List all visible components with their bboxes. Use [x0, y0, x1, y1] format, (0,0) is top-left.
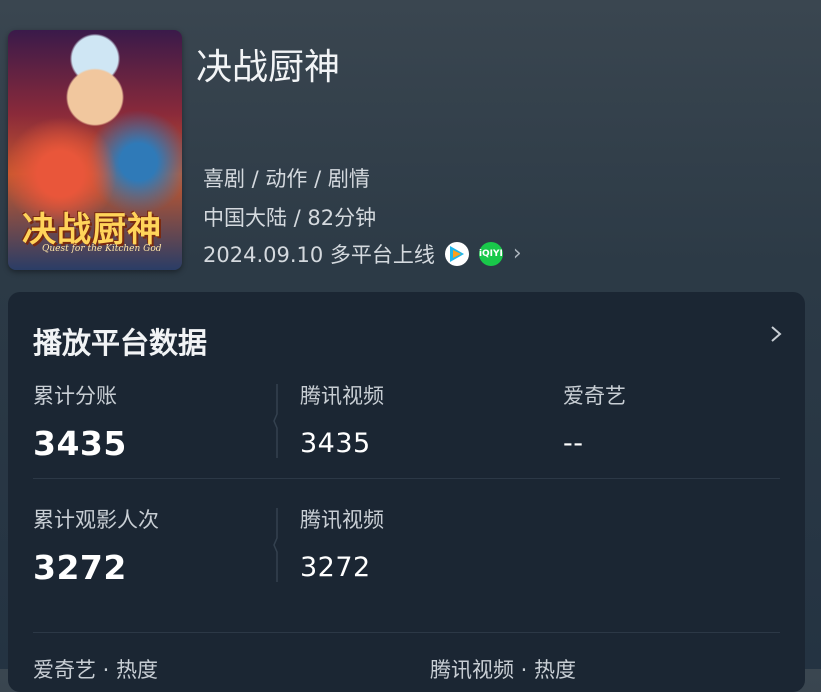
- movie-header: 决战厨神 Quest for the Kitchen God 决战厨神 喜剧 /…: [0, 0, 821, 290]
- release-platforms-link[interactable]: 2024.09.10 多平台上线 iQIYI ›: [203, 239, 522, 269]
- divider: [273, 384, 278, 458]
- tencent-video-icon: [444, 242, 469, 266]
- movie-genres: 喜剧 / 动作 / 剧情: [203, 167, 370, 191]
- poster-subtitle: Quest for the Kitchen God: [42, 244, 162, 254]
- movie-region-duration: 中国大陆 / 82分钟: [203, 206, 377, 230]
- total-revenue-stat: 累计分账 3435: [33, 380, 127, 463]
- divider: [273, 508, 278, 582]
- tencent-views-label: 腾讯视频: [300, 508, 384, 532]
- total-revenue-label: 累计分账: [33, 384, 117, 408]
- iqiyi-heat-label: 爱奇艺 · 热度: [33, 658, 159, 682]
- tencent-revenue-stat: 腾讯视频 3435: [300, 380, 384, 459]
- platform-data-card: 播放平台数据 累计分账 3435 腾讯视频 3435 爱奇艺 -- 累计观影人次…: [8, 292, 805, 692]
- iqiyi-revenue-label: 爱奇艺: [563, 384, 626, 408]
- release-date: 2024.09.10 多平台上线: [203, 243, 435, 267]
- total-views-stat: 累计观影人次 3272: [33, 504, 159, 587]
- row-divider: [33, 632, 780, 633]
- tencent-revenue-value: 3435: [300, 428, 371, 459]
- tencent-heat-label: 腾讯视频 · 热度: [430, 658, 577, 682]
- movie-poster[interactable]: 决战厨神 Quest for the Kitchen God: [8, 30, 182, 270]
- total-views-value: 3272: [33, 548, 127, 587]
- card-title: 播放平台数据: [33, 326, 208, 360]
- chevron-right-icon[interactable]: [769, 320, 783, 348]
- iqiyi-icon: iQIYI: [478, 242, 503, 266]
- total-revenue-value: 3435: [33, 424, 127, 463]
- iqiyi-revenue-value: --: [563, 428, 584, 459]
- chevron-right-icon: ›: [512, 241, 522, 266]
- total-views-label: 累计观影人次: [33, 508, 159, 532]
- tencent-revenue-label: 腾讯视频: [300, 384, 384, 408]
- movie-title: 决战厨神: [196, 47, 341, 88]
- iqiyi-revenue-stat: 爱奇艺 --: [563, 380, 626, 459]
- tencent-views-stat: 腾讯视频 3272: [300, 504, 384, 583]
- tencent-views-value: 3272: [300, 552, 371, 583]
- row-divider: [33, 478, 780, 479]
